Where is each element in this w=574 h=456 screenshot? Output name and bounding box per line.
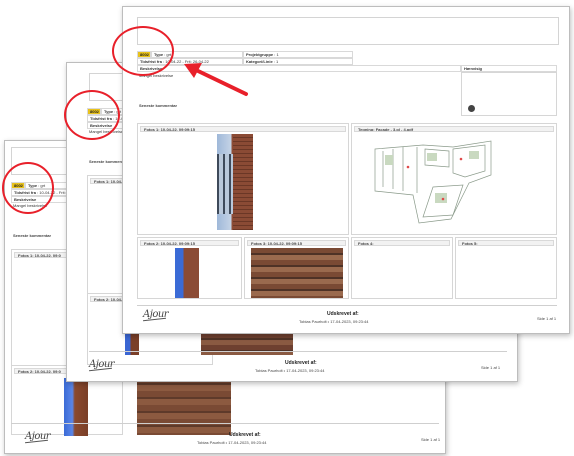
page-number: Side 1 af 1 bbox=[537, 316, 557, 321]
floor-plan-drawing bbox=[374, 140, 492, 224]
highlight-circle-back bbox=[2, 162, 54, 214]
footer-title: Udskrevet af: bbox=[327, 311, 359, 317]
photo1-label: Fotos 1: 10-04-22, 09:09:15 bbox=[140, 126, 346, 132]
drawing-label: Tegning: Facade - 3.pl - 4.pdf bbox=[354, 126, 554, 132]
note-label: Hænvisig bbox=[461, 65, 557, 72]
photo4-section: Fotos 4: bbox=[351, 237, 453, 299]
footer-sub: Tobias Paurholt • 17-04-2023, 09:23:44 bbox=[255, 368, 325, 373]
photo3-label: Fotos 3: 10-04-22, 09:09:15 bbox=[247, 240, 346, 246]
annotation-arrow-icon bbox=[184, 63, 248, 96]
avatar bbox=[468, 105, 475, 112]
comment-label: Seneste kommentar bbox=[139, 103, 178, 108]
photo-1 bbox=[217, 134, 253, 230]
comment-label: Seneste kommentar bbox=[13, 233, 52, 238]
note-box bbox=[461, 72, 557, 116]
category-value: : 1 bbox=[273, 59, 279, 64]
ajour-logo: Ajour bbox=[143, 309, 169, 320]
photo2-label: Fotos 2: 10-04-22, 09:09:15 bbox=[140, 240, 239, 246]
footer-title: Udskrevet af: bbox=[229, 432, 261, 438]
category-field: Kategori/Linie : 1 bbox=[243, 58, 353, 65]
photo-2 bbox=[64, 378, 88, 436]
footer-divider bbox=[137, 305, 557, 306]
photo5-label: Fotos 5: bbox=[458, 240, 554, 246]
footer-title: Udskrevet af: bbox=[285, 360, 317, 366]
footer-sub: Tobias Paurholt • 17-04-2023, 09:23:44 bbox=[299, 319, 369, 324]
category-label: Kategori/Linie bbox=[246, 59, 273, 64]
report-page-front: 8002 Type : grt Tidsfrist fra : 10-04-22… bbox=[122, 6, 570, 334]
photo4-label: Fotos 4: bbox=[354, 240, 450, 246]
page-number: Side 1 af 1 bbox=[421, 437, 441, 442]
page-number: Side 1 af 1 bbox=[481, 365, 501, 370]
photo-2 bbox=[175, 248, 199, 298]
photo5-section: Fotos 5: bbox=[455, 237, 557, 299]
project-value: : 1 bbox=[274, 52, 279, 57]
highlight-circle-front bbox=[112, 26, 174, 76]
project-label: Projektgruppe bbox=[246, 52, 274, 57]
highlight-circle-middle bbox=[64, 90, 120, 140]
header-spacer-right bbox=[353, 51, 557, 65]
footer-divider bbox=[11, 423, 439, 424]
ajour-logo: Ajour bbox=[89, 359, 115, 370]
footer-divider bbox=[89, 351, 507, 352]
ajour-logo: Ajour bbox=[25, 431, 51, 442]
photo-3 bbox=[137, 377, 231, 435]
photo-3 bbox=[251, 248, 343, 298]
footer-sub: Tobias Paurholt • 17-04-2023, 09:23:44 bbox=[197, 440, 267, 445]
project-field: Projektgruppe : 1 bbox=[243, 51, 353, 58]
header-box bbox=[137, 17, 559, 45]
